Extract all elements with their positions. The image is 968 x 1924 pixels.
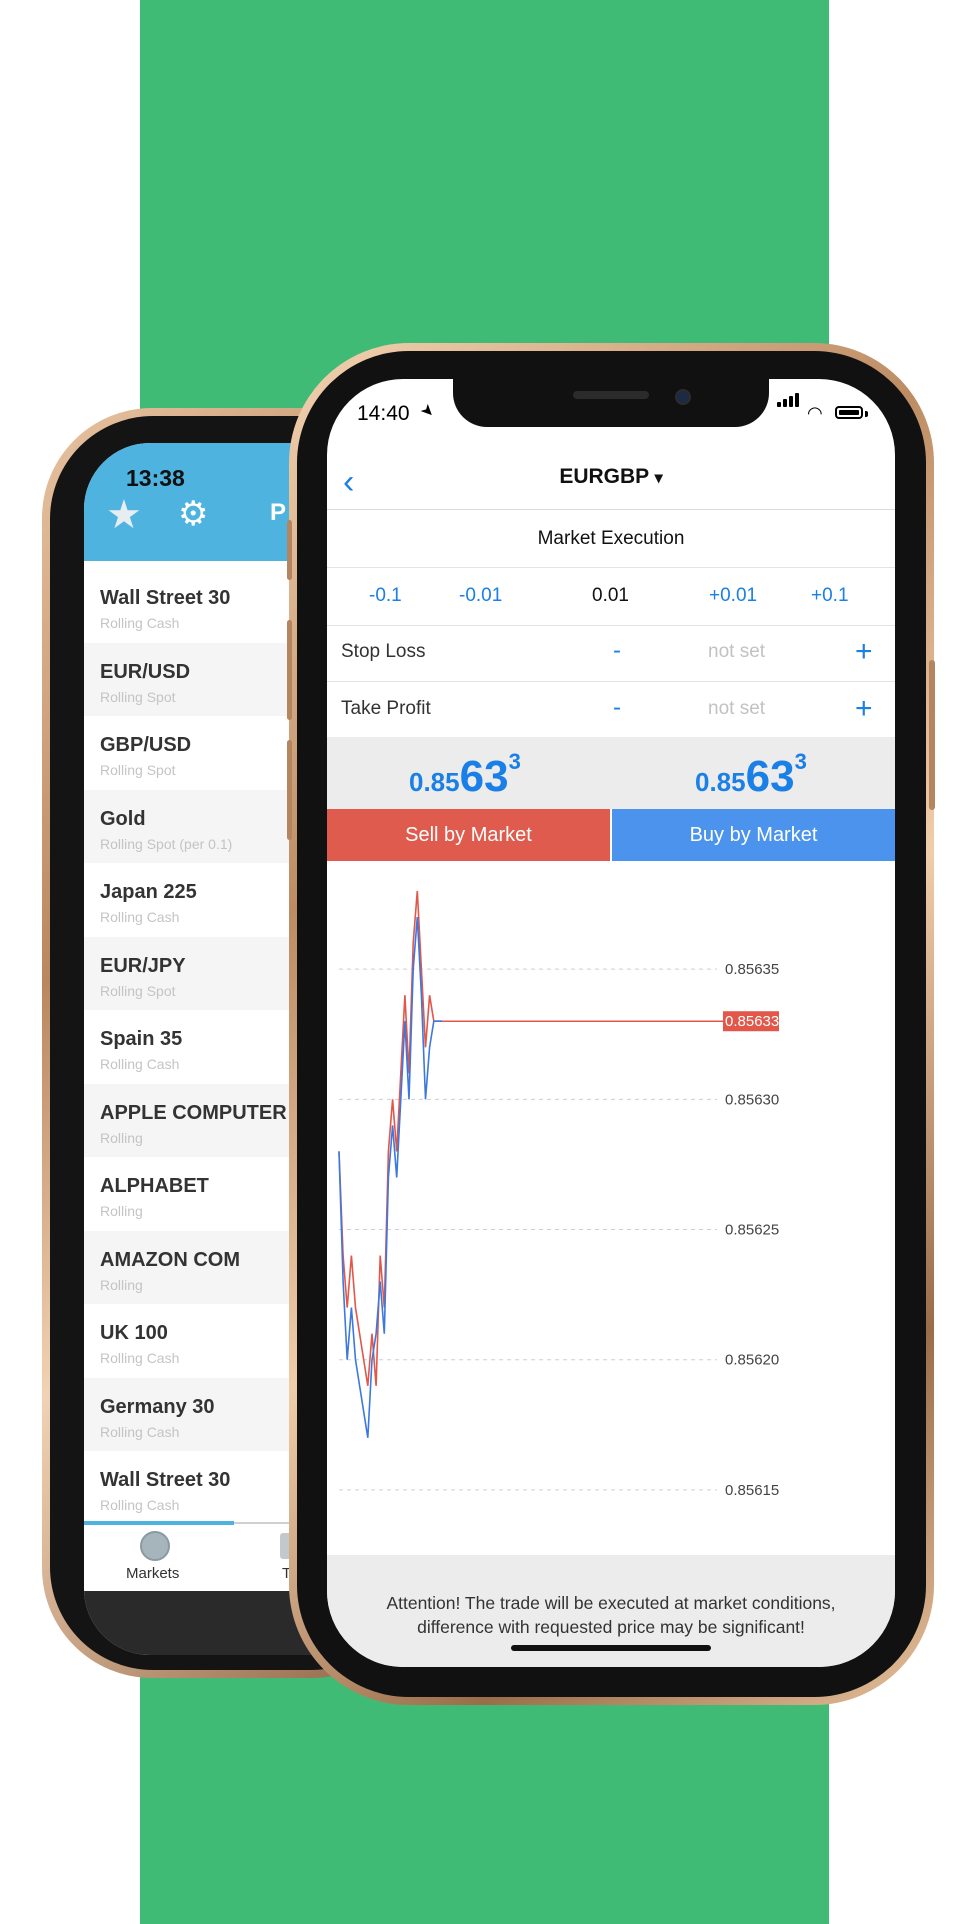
volume-up-button [287,620,292,720]
market-name: EUR/USD [100,660,191,683]
stop-loss-minus-button[interactable]: - [613,637,621,665]
divider [327,567,895,568]
front-camera [675,389,691,405]
execution-type-selector[interactable]: Market Execution [327,528,895,550]
market-subtitle: Rolling Cash [100,615,180,631]
price-chart[interactable]: 0.85635 0.85630 0.85625 0.85620 0.85615 0.856… [327,865,895,1555]
market-subtitle: Rolling Spot [100,762,176,778]
market-name: UK 100 [100,1322,168,1344]
y-tick-label: 0.85630 [725,1091,779,1108]
dropdown-triangle-icon: ▾ [654,470,663,487]
market-subtitle: Rolling Cash [100,1497,180,1513]
buy-price-prefix: 0.85 [695,767,746,797]
market-name: Wall Street 30 [100,1469,231,1491]
volume-value[interactable]: 0.01 [592,585,629,607]
market-subtitle: Rolling Spot [100,982,176,999]
y-tick-label: 0.85625 [725,1222,779,1239]
market-subtitle: Rolling [100,1203,143,1219]
gear-icon[interactable]: ⚙ [178,497,208,531]
market-subtitle: Rolling [100,1276,143,1293]
sell-price-fraction: 3 [508,749,521,774]
back-header-partial-text: P [270,499,287,526]
market-subtitle: Rolling Cash [100,909,180,925]
side-button [929,660,935,810]
attention-text: Attention! The trade will be executed at… [386,1593,836,1637]
mute-switch [287,520,292,580]
status-time: 14:40 [357,402,410,425]
speaker-grille [573,391,649,399]
market-name: Japan 225 [100,881,197,903]
market-name: ALPHABET [100,1175,209,1197]
tab-markets[interactable]: Markets [126,1565,179,1582]
take-profit-plus-button[interactable]: + [855,694,873,724]
market-name: Gold [100,807,146,830]
current-price-label: 0.85633 [725,1013,779,1030]
take-profit-label: Take Profit [341,698,431,719]
y-tick-label: 0.85635 [725,961,779,978]
market-subtitle: Rolling [100,1129,143,1146]
market-subtitle: Rolling Cash [100,1423,180,1440]
wifi-icon: ◠ [807,403,823,423]
market-name: EUR/JPY [100,954,186,977]
buy-price: 0.85633 [695,749,807,802]
take-profit-field[interactable]: not set [708,698,765,720]
market-name: AMAZON COM [100,1248,240,1271]
battery-icon [835,406,863,419]
back-status-time: 13:38 [126,465,185,491]
battery-cap [865,411,868,417]
sell-by-market-button[interactable]: Sell by Market [327,809,610,861]
front-phone-screen: 14:40 ➤ ◠ ‹ EURGBP ▾ Market Execution -0… [327,379,895,1667]
location-arrow-icon: ➤ [416,400,439,423]
market-name: Wall Street 30 [100,587,231,609]
globe-icon[interactable] [140,1531,170,1561]
y-tick-label: 0.85620 [725,1352,779,1369]
sell-price-pips: 63 [459,752,509,801]
sell-price-prefix: 0.85 [409,767,460,797]
take-profit-minus-button[interactable]: - [613,694,621,722]
buy-price-pips: 63 [745,752,795,801]
volume-minus-0-01-button[interactable]: -0.01 [459,585,502,607]
nav-divider [327,509,895,510]
symbol-selector[interactable]: EURGBP ▾ [327,465,895,489]
home-indicator[interactable] [511,1645,711,1651]
volume-down-button [287,740,292,840]
notch [453,379,769,427]
stop-loss-plus-button[interactable]: + [855,637,873,667]
market-subtitle: Rolling Cash [100,1056,180,1072]
market-subtitle: Rolling Cash [100,1350,180,1366]
tab-indicator [84,1521,234,1525]
stop-loss-field[interactable]: not set [708,641,765,663]
divider [327,625,895,626]
buy-by-market-button[interactable]: Buy by Market [612,809,895,861]
stop-loss-label: Stop Loss [341,641,426,662]
market-subtitle: Rolling Spot [100,688,176,705]
market-name: Germany 30 [100,1395,215,1418]
volume-plus-0-1-button[interactable]: +0.1 [811,585,849,607]
y-tick-label: 0.85615 [725,1482,779,1499]
star-icon[interactable]: ★ [106,495,142,535]
market-subtitle: Rolling Spot (per 0.1) [100,835,233,852]
volume-plus-0-01-button[interactable]: +0.01 [709,585,757,607]
volume-minus-0-1-button[interactable]: -0.1 [369,585,402,607]
market-name: GBP/USD [100,734,192,756]
series-line [338,890,442,1386]
buy-price-fraction: 3 [794,749,807,774]
symbol-title: EURGBP [559,465,649,488]
market-name: APPLE COMPUTER [100,1101,287,1124]
divider [327,681,895,682]
market-name: Spain 35 [100,1028,183,1050]
sell-price: 0.85633 [409,749,521,802]
